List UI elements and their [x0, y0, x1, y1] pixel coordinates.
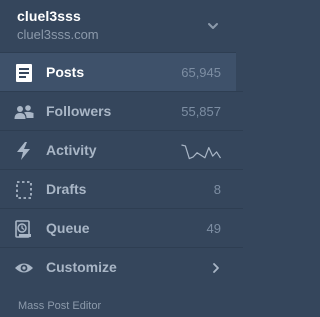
account-header[interactable]: cluel3sss cluel3sss.com [0, 0, 243, 52]
chevron-down-icon[interactable] [207, 21, 219, 31]
lightning-icon [17, 142, 30, 160]
drafts-icon [16, 181, 32, 199]
account-name: cluel3sss [17, 8, 81, 24]
menu-label-queue: Queue [46, 220, 90, 236]
account-url: cluel3sss.com [17, 27, 99, 42]
menu-count-posts: 65,945 [181, 65, 221, 80]
menu-item-followers[interactable]: Followers 55,857 [0, 91, 243, 130]
menu-count-queue: 49 [206, 221, 221, 236]
eye-icon [15, 263, 33, 273]
followers-icon [14, 105, 34, 119]
menu-label-customize: Customize [46, 259, 117, 275]
menu-item-posts[interactable]: Posts 65,945 [0, 52, 236, 91]
menu-label-activity: Activity [46, 142, 97, 158]
queue-icon [15, 220, 31, 238]
posts-icon [16, 64, 32, 82]
menu-label-posts: Posts [46, 64, 85, 80]
blog-menu: Posts 65,945 Followers 55,857 Activity D… [0, 52, 243, 286]
menu-item-customize[interactable]: Customize [0, 247, 243, 286]
mass-post-editor-link[interactable]: Mass Post Editor [18, 300, 101, 312]
menu-item-drafts[interactable]: Drafts 8 [0, 169, 243, 208]
menu-label-followers: Followers [46, 103, 112, 119]
activity-sparkline [181, 144, 222, 160]
menu-count-followers: 55,857 [181, 104, 221, 119]
menu-label-drafts: Drafts [46, 181, 87, 197]
menu-count-drafts: 8 [213, 182, 221, 197]
menu-item-activity[interactable]: Activity [0, 130, 243, 169]
chevron-right-icon [213, 263, 219, 273]
menu-item-queue[interactable]: Queue 49 [0, 208, 243, 247]
activity-sparkline-line [181, 144, 222, 160]
